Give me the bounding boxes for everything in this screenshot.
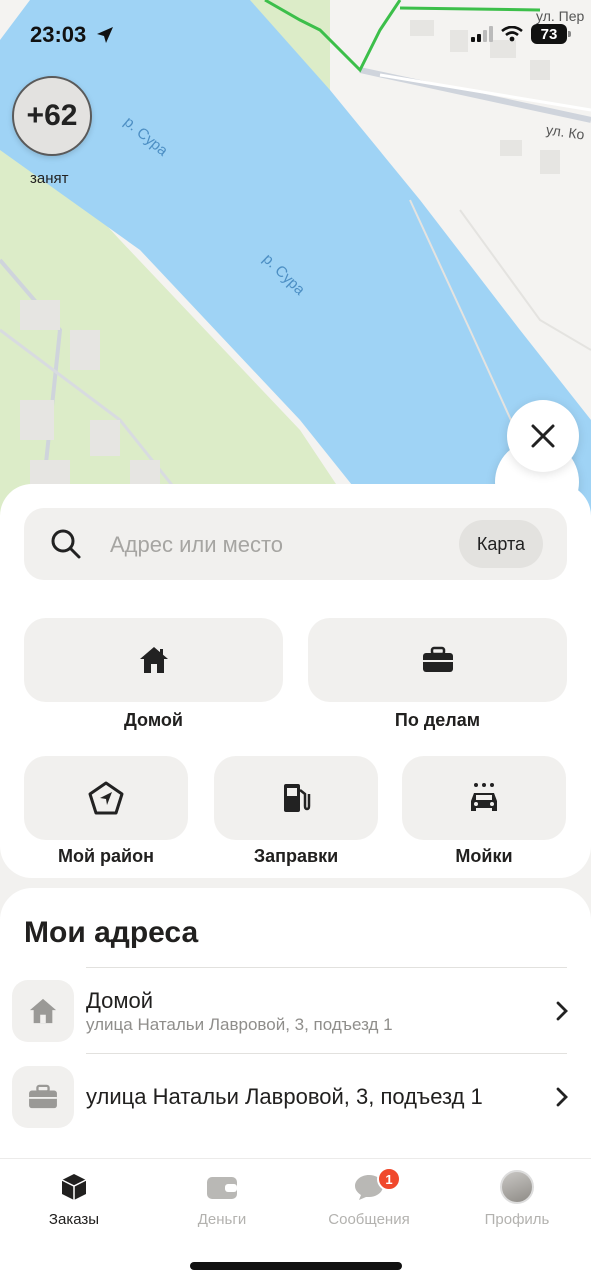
cube-icon [61, 1174, 87, 1200]
driver-status: занят [30, 170, 69, 187]
divider [86, 967, 567, 968]
rating-badge[interactable]: +62 [12, 76, 92, 156]
car-wash-icon [471, 783, 497, 811]
search-input[interactable]: Адрес или место [110, 532, 283, 558]
tab-orders[interactable]: Заказы [4, 1167, 144, 1228]
section-title: Мои адреса [24, 916, 199, 949]
business-tile[interactable] [308, 618, 567, 702]
fuel-pump-icon [284, 784, 311, 812]
gas-tile[interactable] [214, 756, 378, 840]
destination-sheet: Адрес или место Карта Домой По делам Мой… [0, 484, 591, 878]
map-view[interactable]: р. Сура р. Сура ул. Пер ул. Ко [0, 0, 591, 520]
chevron-right-icon [556, 1001, 568, 1021]
gas-label: Заправки [253, 846, 339, 866]
wifi-icon [501, 26, 523, 42]
search-icon [51, 529, 81, 559]
location-arrow-icon [97, 27, 114, 43]
briefcase-icon [422, 646, 453, 672]
business-label: По делам [394, 710, 481, 730]
map-canvas [0, 0, 591, 520]
tab-money[interactable]: Деньги [152, 1167, 292, 1228]
tab-label: Сообщения [328, 1211, 410, 1228]
home-icon [29, 998, 57, 1024]
street-label: ул. Пер [536, 8, 585, 24]
home-indicator [190, 1262, 402, 1270]
tab-profile[interactable]: Профиль [447, 1167, 587, 1228]
battery-level: 73 [540, 25, 558, 43]
map-button[interactable]: Карта [458, 520, 543, 568]
home-icon [139, 647, 168, 673]
tab-label: Заказы [48, 1211, 100, 1228]
wash-tile[interactable] [402, 756, 566, 840]
wash-label: Мойки [455, 846, 513, 866]
status-indicators: 73 [471, 24, 571, 44]
home-tile[interactable] [24, 618, 283, 702]
district-tile[interactable] [24, 756, 188, 840]
battery-indicator: 73 [531, 24, 571, 44]
address-detail: улица Натальи Лавровой, 3, подъезд 1 [86, 1015, 393, 1034]
address-icon [12, 1066, 74, 1128]
briefcase-icon [29, 1084, 57, 1109]
unread-badge: 1 [377, 1167, 401, 1191]
address-name: Домой [86, 988, 154, 1013]
chevron-right-icon [556, 1087, 568, 1107]
tab-messages[interactable]: 1 Сообщения [299, 1167, 439, 1228]
rating-value: +62 [26, 99, 78, 132]
close-button[interactable] [507, 400, 579, 472]
divider [86, 1053, 567, 1054]
signal-icon [471, 26, 493, 42]
status-time: 23:03 [30, 22, 114, 48]
close-icon [531, 424, 555, 448]
address-icon [12, 980, 74, 1042]
wallet-icon [207, 1177, 237, 1199]
avatar [500, 1170, 534, 1204]
navigation-pentagon-icon [88, 781, 124, 815]
time-text: 23:03 [30, 22, 87, 47]
tab-label: Деньги [197, 1211, 247, 1228]
tab-label: Профиль [484, 1211, 550, 1228]
address-name: улица Натальи Лавровой, 3, подъезд 1 [86, 1084, 483, 1109]
district-label: Мой район [58, 846, 154, 866]
home-label: Домой [124, 710, 183, 730]
my-addresses-section: Мои адреса Домой улица Натальи Лавровой,… [0, 888, 591, 1168]
search-field[interactable]: Адрес или место Карта [24, 508, 567, 580]
